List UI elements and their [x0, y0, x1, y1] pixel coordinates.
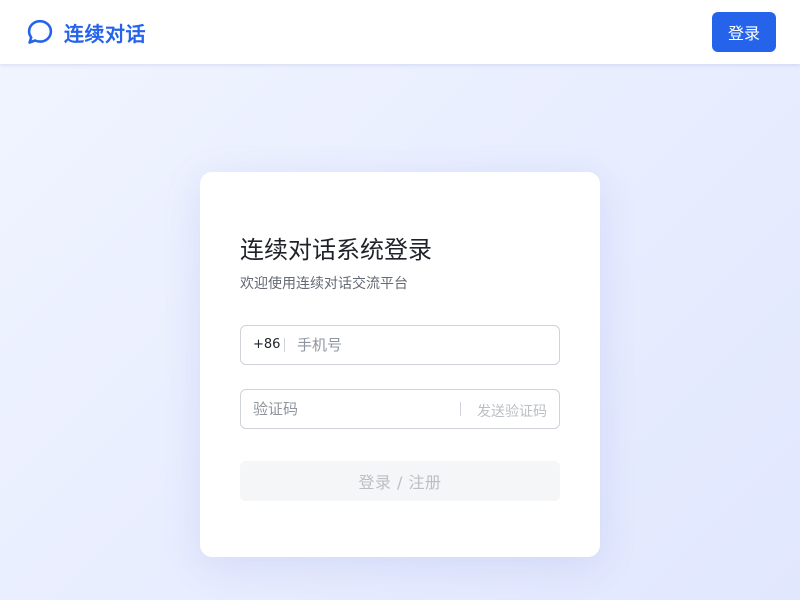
phone-input[interactable]: [297, 335, 547, 355]
page-title: 连续对话系统登录: [240, 236, 432, 264]
header-login-button[interactable]: 登录: [712, 12, 776, 52]
chat-bubble-icon: [26, 18, 54, 46]
country-code[interactable]: +86: [253, 337, 280, 352]
top-header: 连续对话 登录: [0, 0, 800, 64]
login-register-button[interactable]: 登录 / 注册: [240, 461, 560, 501]
page-subtitle: 欢迎使用连续对话交流平台: [240, 276, 408, 292]
send-code-button[interactable]: 发送验证码: [477, 401, 547, 421]
phone-field[interactable]: +86: [240, 325, 560, 365]
verification-code-field[interactable]: 发送验证码: [240, 389, 560, 429]
brand-name: 连续对话: [64, 21, 146, 46]
brand: 连续对话: [26, 18, 146, 46]
divider: [460, 402, 461, 416]
login-card: 连续对话系统登录 欢迎使用连续对话交流平台 +86 发送验证码 登录 / 注册: [200, 172, 600, 557]
divider: [284, 338, 285, 352]
verification-code-input[interactable]: [253, 399, 448, 419]
